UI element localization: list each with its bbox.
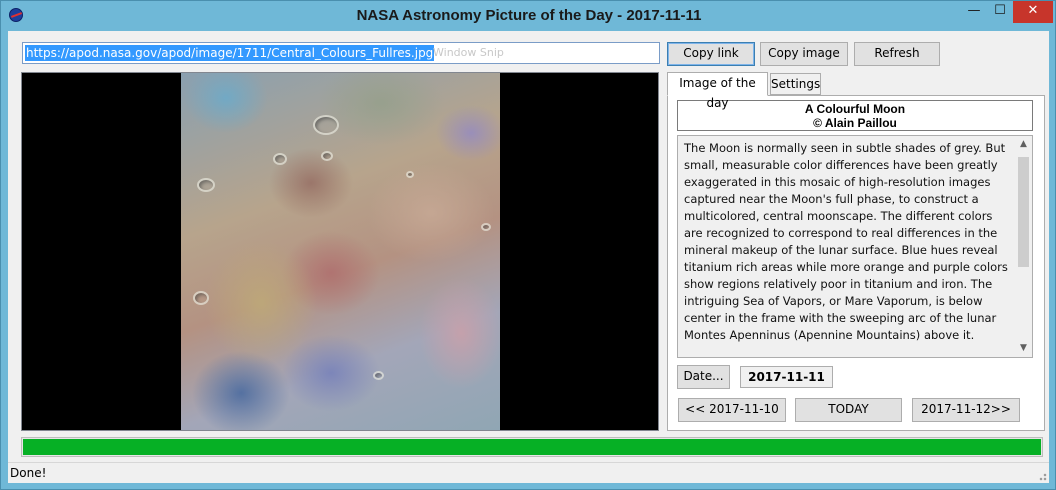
crater-mark [273,153,287,165]
crater-mark [373,371,384,380]
copy-image-button[interactable]: Copy image [760,42,848,66]
crater-mark [481,223,491,231]
minimize-button[interactable]: — [961,1,987,23]
scroll-down-icon[interactable]: ▼ [1015,340,1032,357]
apod-title: A Colourful Moon [804,102,906,116]
current-date-label: 2017-11-11 [740,366,833,388]
apod-credit: © Alain Paillou [813,116,897,130]
crater-mark [313,115,339,135]
refresh-button[interactable]: Refresh [854,42,940,66]
explanation-scrollbar[interactable]: ▲ ▼ [1015,136,1032,357]
scroll-up-icon[interactable]: ▲ [1015,136,1032,153]
today-button[interactable]: TODAY [795,398,902,422]
url-field[interactable]: https://apod.nasa.gov/apod/image/1711/Ce… [22,42,660,64]
next-day-button[interactable]: 2017-11-12>> [912,398,1020,422]
resize-grip-icon[interactable] [1037,471,1047,481]
download-progress-bar [21,437,1043,457]
scroll-thumb[interactable] [1018,157,1029,267]
maximize-button[interactable]: ☐ [987,1,1013,23]
apod-image-panel[interactable] [21,72,659,431]
crater-mark [321,151,333,161]
explanation-textbox[interactable]: The Moon is normally seen in subtle shad… [677,135,1033,358]
app-window: NASA Astronomy Picture of the Day - 2017… [0,0,1056,490]
progress-fill [23,439,1041,455]
title-bar[interactable]: NASA Astronomy Picture of the Day - 2017… [1,1,1055,31]
tab-image-of-the-day[interactable]: Image of the day [667,72,768,110]
date-picker-button[interactable]: Date... [677,365,730,389]
status-bar: Done! [8,462,1049,483]
apod-caption: A Colourful Moon © Alain Paillou [677,100,1033,131]
crater-mark [193,291,209,305]
image-of-the-day-panel: A Colourful Moon © Alain Paillou The Moo… [667,95,1045,431]
url-selected-text[interactable]: https://apod.nasa.gov/apod/image/1711/Ce… [25,45,435,61]
crater-mark [406,171,414,178]
previous-day-button[interactable]: << 2017-11-10 [678,398,786,422]
url-ghost-text: Window Snip [433,46,504,59]
moon-image[interactable] [181,73,500,430]
explanation-text: The Moon is normally seen in subtle shad… [684,141,1008,342]
window-title: NASA Astronomy Picture of the Day - 2017… [356,7,702,24]
copy-link-button[interactable]: Copy link [667,42,755,66]
crater-mark [197,178,215,192]
tab-settings[interactable]: Settings [770,73,821,95]
status-text: Done! [10,466,47,480]
client-area: https://apod.nasa.gov/apod/image/1711/Ce… [8,31,1049,483]
close-button[interactable]: ✕ [1013,1,1053,23]
